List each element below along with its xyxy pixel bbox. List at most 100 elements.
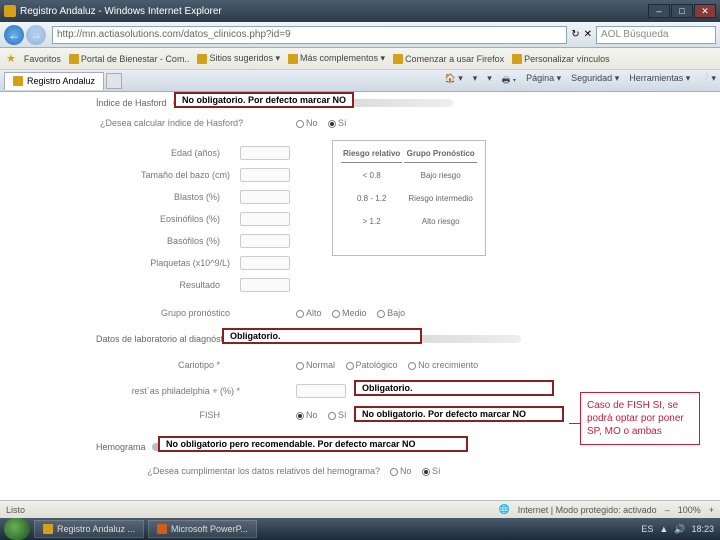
address-bar[interactable]: http://mn.actiasolutions.com/datos_clini…: [52, 26, 567, 44]
status-right: Internet | Modo protegido: activado: [518, 505, 657, 515]
fav-link-1[interactable]: Portal de Bienestar - Com..: [69, 54, 190, 64]
search-box[interactable]: AOL Búsqueda: [596, 26, 716, 44]
ppt-icon: [157, 524, 167, 534]
read-icon[interactable]: ▾: [487, 73, 492, 89]
risk-h1: Riesgo relativo: [341, 149, 402, 163]
taskbar-app-1[interactable]: Registro Andaluz ...: [34, 520, 144, 538]
lang-indicator[interactable]: ES: [641, 524, 653, 534]
note-phil: Obligatorio.: [354, 380, 554, 396]
close-button[interactable]: ✕: [694, 4, 716, 18]
page-content: Índice de Hasford No obligatorio. Por de…: [0, 92, 720, 518]
label-bazo: Tamaño del bazo (cm): [120, 170, 230, 180]
radio-noc[interactable]: [408, 362, 416, 370]
taskbar: Registro Andaluz ... Microsoft PowerP...…: [0, 518, 720, 540]
label-fish: FISH: [120, 410, 220, 420]
app-icon: [4, 5, 16, 17]
label-grupo: Grupo pronóstico: [120, 308, 230, 318]
tab-icon: [13, 76, 23, 86]
input-eosin[interactable]: [240, 212, 290, 226]
zoom-out-icon[interactable]: –: [665, 505, 670, 515]
fish-radio-group: No Sí: [296, 410, 355, 420]
maximize-button[interactable]: □: [671, 4, 693, 18]
home-icon[interactable]: 🏠 ▾: [444, 73, 462, 89]
zoom-in-icon[interactable]: +: [709, 505, 714, 515]
section-hemograma: Hemograma: [96, 442, 146, 452]
fav-link-3[interactable]: Más complementos ▾: [288, 53, 385, 64]
forward-button[interactable]: →: [26, 25, 46, 45]
status-left: Listo: [6, 505, 25, 515]
section-datoslab: Datos de laboratorio al diagnóstico: [96, 334, 235, 344]
fav-icon: [288, 54, 298, 64]
radio-si[interactable]: [328, 120, 336, 128]
tray-icon[interactable]: ▲: [659, 524, 668, 534]
risk-table-box: Riesgo relativoGrupo Pronóstico < 0.8Baj…: [332, 140, 486, 256]
label-plaq: Plaquetas (x10^9/L): [120, 258, 230, 268]
window-title: Registro Andaluz - Windows Internet Expl…: [20, 6, 222, 17]
calc-radio-group: No Sí: [296, 118, 355, 128]
status-bar: Listo 🌐 Internet | Modo protegido: activ…: [0, 500, 720, 518]
help-icon[interactable]: ❔▾: [700, 73, 716, 89]
calc-label: ¿Desea calcular índice de Hasford?: [100, 118, 243, 128]
minimize-button[interactable]: –: [648, 4, 670, 18]
security-menu[interactable]: Seguridad ▾: [571, 73, 619, 89]
fav-icon: [197, 54, 207, 64]
tools-menu[interactable]: Herramientas ▾: [629, 73, 690, 89]
note-datoslab: Obligatorio.: [222, 328, 422, 344]
note-hasford: No obligatorio. Por defecto marcar NO: [174, 92, 354, 108]
input-bazo[interactable]: [240, 168, 290, 182]
cariotipo-radio-group: Normal Patológico No crecimiento: [296, 360, 486, 370]
start-button[interactable]: [4, 518, 30, 540]
label-eosin: Eosinófilos (%): [120, 214, 220, 224]
clock[interactable]: 18:23: [691, 524, 714, 534]
internet-zone-icon: 🌐: [499, 504, 510, 515]
volume-icon[interactable]: 🔊: [674, 524, 685, 535]
input-result[interactable]: [240, 278, 290, 292]
navbar: ← → http://mn.actiasolutions.com/datos_c…: [0, 22, 720, 48]
radio-alto[interactable]: [296, 310, 304, 318]
fav-link-4[interactable]: Comenzar a usar Firefox: [393, 54, 504, 64]
risk-table: Riesgo relativoGrupo Pronóstico < 0.8Baj…: [339, 147, 479, 234]
input-basof[interactable]: [240, 234, 290, 248]
fav-icon: [512, 54, 522, 64]
stop-icon[interactable]: ✕: [584, 29, 592, 40]
new-tab-button[interactable]: [106, 73, 122, 89]
back-button[interactable]: ←: [4, 25, 24, 45]
label-basof: Basófilos (%): [120, 236, 220, 246]
input-edad[interactable]: [240, 146, 290, 160]
label-edad: Edad (años): [120, 148, 220, 158]
callout-fish: Caso de FISH SI, se podrá optar por pone…: [580, 392, 700, 445]
favorites-star-icon[interactable]: ★: [6, 52, 16, 65]
radio-fish-si[interactable]: [328, 412, 336, 420]
note-hemograma: No obligatorio pero recomendable. Por de…: [158, 436, 468, 452]
radio-hemo-no[interactable]: [390, 468, 398, 476]
radio-bajo[interactable]: [377, 310, 385, 318]
label-blastos: Blastos (%): [120, 192, 220, 202]
radio-fish-no[interactable]: [296, 412, 304, 420]
note-fish: No obligatorio. Por defecto marcar NO: [354, 406, 564, 422]
risk-h2: Grupo Pronóstico: [404, 149, 477, 163]
refresh-icon[interactable]: ↻: [571, 29, 579, 40]
tab-bar: Registro Andaluz 🏠 ▾ ▾ ▾ 🖶 ▾ Página ▾ Se…: [0, 70, 720, 92]
page-menu[interactable]: Página ▾: [526, 73, 561, 89]
radio-normal[interactable]: [296, 362, 304, 370]
radio-no[interactable]: [296, 120, 304, 128]
fav-link-2[interactable]: Sitios sugeridos ▾: [197, 53, 280, 64]
feeds-icon[interactable]: ▾: [473, 73, 478, 89]
fav-link-5[interactable]: Personalizar vínculos: [512, 54, 610, 64]
hemo-radio-group: No Sí: [390, 466, 449, 476]
print-icon[interactable]: 🖶 ▾: [502, 73, 516, 89]
input-plaq[interactable]: [240, 256, 290, 270]
fav-icon: [69, 54, 79, 64]
label-phil: rest`as philadelphia + (%) *: [110, 386, 240, 396]
section-hasford: Índice de Hasford: [96, 98, 167, 108]
label-cariotipo: Cariotipo *: [120, 360, 220, 370]
grupo-radio-group: Alto Medio Bajo: [296, 308, 413, 318]
tab-registro[interactable]: Registro Andaluz: [4, 72, 104, 90]
radio-hemo-si[interactable]: [422, 468, 430, 476]
input-blastos[interactable]: [240, 190, 290, 204]
taskbar-app-2[interactable]: Microsoft PowerP...: [148, 520, 257, 538]
radio-patologico[interactable]: [346, 362, 354, 370]
input-phil[interactable]: [296, 384, 346, 398]
radio-medio[interactable]: [332, 310, 340, 318]
favorites-label: Favoritos: [24, 54, 61, 64]
